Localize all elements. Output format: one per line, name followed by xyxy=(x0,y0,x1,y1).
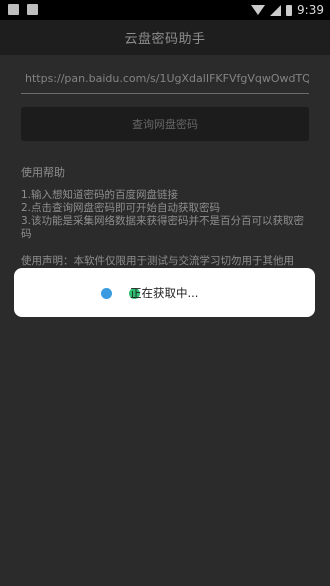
loading-spinner-blue-dot-icon xyxy=(101,288,112,299)
loading-text: 正在获取中... xyxy=(130,286,199,300)
loading-dialog: 正在获取中... xyxy=(14,268,315,317)
